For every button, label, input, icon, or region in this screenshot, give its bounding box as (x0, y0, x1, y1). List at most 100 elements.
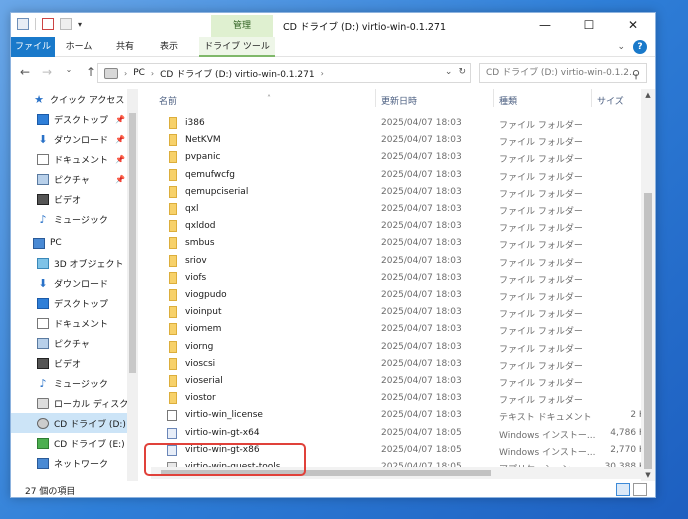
nav-item[interactable]: ドキュメント (11, 313, 129, 333)
pin-icon[interactable]: 📌 (115, 135, 125, 144)
nav-item[interactable]: 3D オブジェクト (11, 253, 129, 273)
nav-item-label: ミュージック (54, 379, 108, 390)
file-row[interactable]: vioserial 2025/04/07 18:03 ファイル フォルダー (155, 373, 651, 390)
check-icon[interactable] (42, 18, 54, 30)
file-date: 2025/04/07 18:03 (381, 169, 462, 180)
details-view-icon[interactable] (616, 483, 630, 496)
file-row[interactable]: qxldod 2025/04/07 18:03 ファイル フォルダー (155, 218, 651, 235)
nav-item[interactable]: デスクトップ 📌 (11, 109, 129, 129)
new-folder-icon[interactable] (60, 18, 72, 30)
pin-icon[interactable]: 📌 (115, 175, 125, 184)
expand-ribbon-icon[interactable]: ⌄ (617, 42, 625, 52)
folder-icon (169, 151, 177, 164)
nav-item[interactable]: ドキュメント 📌 (11, 149, 129, 169)
file-list-scroll-thumb[interactable] (644, 193, 652, 469)
nav-item[interactable]: ビデオ (11, 353, 129, 373)
properties-icon[interactable] (17, 18, 29, 30)
tab-drive-tools[interactable]: ドライブ ツール (199, 37, 275, 57)
address-actions: ⌄ ↻ (445, 67, 466, 77)
file-type: ファイル フォルダー (499, 189, 583, 200)
file-row[interactable]: qxl 2025/04/07 18:03 ファイル フォルダー (155, 201, 651, 218)
file-row[interactable]: vioinput 2025/04/07 18:03 ファイル フォルダー (155, 304, 651, 321)
chevron-right-icon[interactable]: › (124, 69, 127, 78)
pin-icon[interactable]: 📌 (115, 155, 125, 164)
star-icon: ★ (34, 92, 44, 106)
tab-view[interactable]: 表示 (155, 37, 183, 57)
nav-item[interactable]: ローカル ディスク (C (11, 393, 129, 413)
recent-locations-icon[interactable]: ⌄ (63, 65, 75, 79)
nav-item[interactable]: ピクチャ (11, 333, 129, 353)
nav-item[interactable]: PC (11, 233, 129, 253)
address-field[interactable]: › PC › CD ドライブ (D:) virtio-win-0.1.271 ›… (97, 63, 471, 83)
nav-item[interactable]: ネットワーク (11, 453, 129, 473)
breadcrumb-pc[interactable]: PC (133, 68, 145, 78)
chevron-right-icon[interactable]: › (321, 69, 324, 78)
file-row[interactable]: smbus 2025/04/07 18:03 ファイル フォルダー (155, 235, 651, 252)
column-name[interactable]: 名前 (159, 94, 177, 107)
file-row[interactable]: sriov 2025/04/07 18:03 ファイル フォルダー (155, 253, 651, 270)
chevron-down-icon[interactable]: ⌄ (445, 67, 453, 77)
pin-icon[interactable]: 📌 (115, 115, 125, 124)
address-bar-row: ← → ⌄ ↑ › PC › CD ドライブ (D:) virtio-win-0… (11, 59, 655, 87)
manage-tab[interactable]: 管理 (211, 15, 273, 37)
up-arrow-icon[interactable]: ↑ (85, 65, 97, 79)
file-row[interactable]: viomem 2025/04/07 18:03 ファイル フォルダー (155, 321, 651, 338)
nav-item[interactable]: CD ドライブ (D:) vi (11, 413, 129, 433)
nav-item[interactable]: ピクチャ 📌 (11, 169, 129, 189)
breadcrumb-cd-drive[interactable]: CD ドライブ (D:) virtio-win-0.1.271 (160, 67, 314, 80)
file-row[interactable]: NetKVM 2025/04/07 18:03 ファイル フォルダー (155, 132, 651, 149)
column-type[interactable]: 種類 (499, 94, 517, 107)
file-row[interactable]: vioscsi 2025/04/07 18:03 ファイル フォルダー (155, 356, 651, 373)
file-list-scrollbar[interactable]: ▲ ▼ (641, 89, 655, 481)
qat-dropdown-icon[interactable]: ▾ (78, 20, 82, 29)
scroll-down-icon[interactable]: ▼ (641, 471, 655, 479)
file-row[interactable]: viorng 2025/04/07 18:03 ファイル フォルダー (155, 339, 651, 356)
column-divider[interactable] (591, 89, 592, 107)
chevron-right-icon[interactable]: › (151, 69, 154, 78)
file-date: 2025/04/07 18:03 (381, 221, 462, 232)
nav-item[interactable]: ★ クイック アクセス (11, 89, 129, 109)
file-row[interactable]: viogpudo 2025/04/07 18:03 ファイル フォルダー (155, 287, 651, 304)
forward-arrow-icon[interactable]: → (41, 65, 53, 79)
file-row[interactable]: pvpanic 2025/04/07 18:03 ファイル フォルダー (155, 149, 651, 166)
download-icon: ⬇ (38, 132, 48, 146)
column-divider[interactable] (375, 89, 376, 107)
tab-share[interactable]: 共有 (111, 37, 139, 57)
file-row[interactable]: qemufwcfg 2025/04/07 18:03 ファイル フォルダー (155, 167, 651, 184)
tab-home[interactable]: ホーム (63, 37, 95, 57)
nav-item[interactable]: ♪ ミュージック (11, 373, 129, 393)
drive-icon (104, 67, 118, 79)
nav-item[interactable]: CD ドライブ (E:) ES (11, 433, 129, 453)
folder-icon (169, 271, 177, 284)
file-row[interactable]: viofs 2025/04/07 18:03 ファイル フォルダー (155, 270, 651, 287)
scroll-up-icon[interactable]: ▲ (641, 91, 655, 99)
search-input[interactable]: CD ドライブ (D:) virtio-win-0.1.2... ⚲ (479, 63, 647, 83)
refresh-icon[interactable]: ↻ (458, 67, 466, 77)
navpane-scroll-thumb[interactable] (129, 113, 136, 373)
nav-item-label: ドキュメント (54, 155, 109, 166)
file-date: 2025/04/07 18:03 (381, 358, 462, 369)
nav-item[interactable]: デスクトップ (11, 293, 129, 313)
file-date: 2025/04/07 18:03 (381, 410, 462, 421)
column-date[interactable]: 更新日時 (381, 94, 417, 107)
nav-item[interactable]: ビデオ (11, 189, 129, 209)
column-divider[interactable] (493, 89, 494, 107)
help-icon[interactable]: ? (633, 40, 647, 54)
file-row[interactable]: virtio-win-gt-x64 2025/04/07 18:05 Windows… (155, 425, 651, 442)
file-date: 2025/04/07 18:03 (381, 238, 462, 249)
close-button[interactable]: ✕ (611, 13, 655, 37)
nav-item[interactable]: ⬇ ダウンロード 📌 (11, 129, 129, 149)
minimize-button[interactable]: — (523, 13, 567, 37)
search-icon[interactable]: ⚲ (632, 66, 640, 82)
nav-item[interactable]: ⬇ ダウンロード (11, 273, 129, 293)
maximize-button[interactable]: ☐ (567, 13, 611, 37)
file-row[interactable]: virtio-win_license 2025/04/07 18:03 テキスト ド… (155, 407, 651, 424)
large-icons-view-icon[interactable] (633, 483, 647, 496)
file-row[interactable]: viostor 2025/04/07 18:03 ファイル フォルダー (155, 390, 651, 407)
nav-item[interactable]: ♪ ミュージック (11, 209, 129, 229)
back-arrow-icon[interactable]: ← (19, 65, 31, 79)
tab-file[interactable]: ファイル (11, 37, 55, 57)
column-size[interactable]: サイズ (597, 94, 624, 107)
file-row[interactable]: i386 2025/04/07 18:03 ファイル フォルダー (155, 115, 651, 132)
file-row[interactable]: qemupciserial 2025/04/07 18:03 ファイル フォルダー (155, 184, 651, 201)
